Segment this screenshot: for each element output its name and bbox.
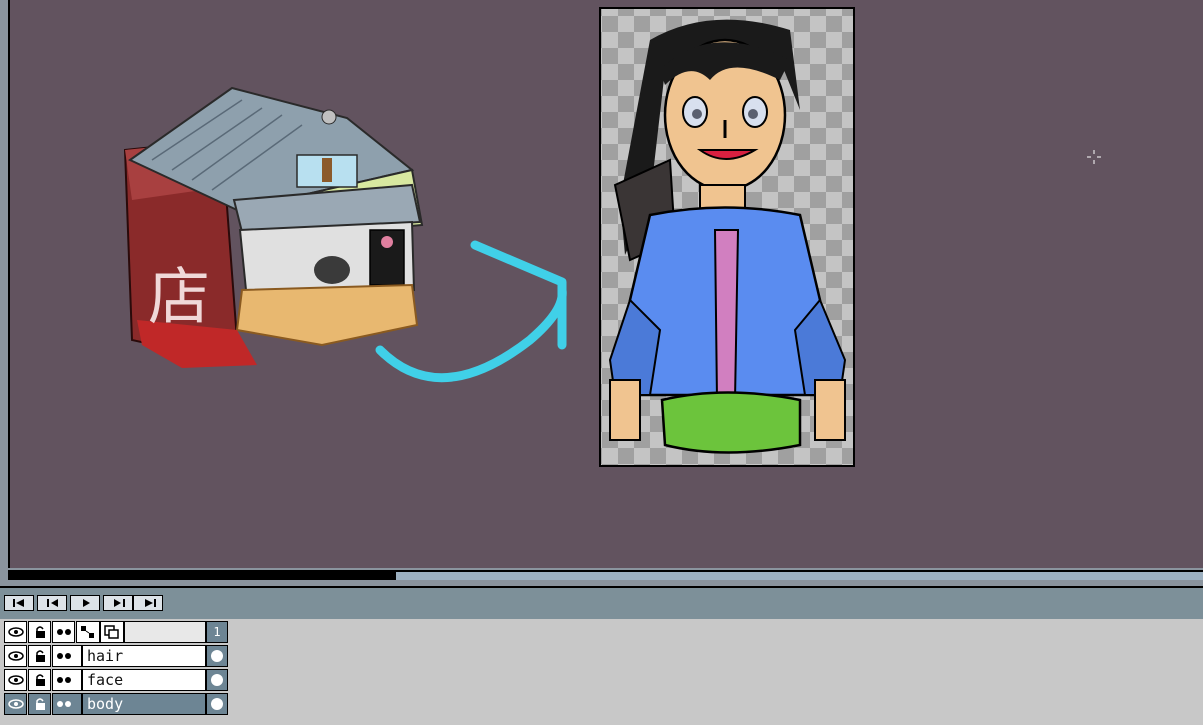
last-frame-button[interactable] [133,595,163,611]
character-sprite [599,7,855,467]
previous-frame-button[interactable] [37,595,67,611]
next-frame-icon [114,599,125,607]
keyframe-cell[interactable] [206,645,228,667]
layer-name[interactable]: hair [82,645,206,667]
eye-icon[interactable] [4,693,27,715]
lock-icon[interactable] [28,669,51,691]
horizontal-scrollbar[interactable] [8,570,1203,580]
play-icon [83,599,90,607]
timeline-controls [0,586,1203,621]
eye-icon[interactable] [4,645,27,667]
svg-text:店: 店 [148,260,210,333]
onion-skin-icon[interactable] [52,693,82,715]
onion-skin-header-icon[interactable] [52,621,75,643]
lock-icon[interactable] [28,645,51,667]
layers-panel: 1 hair face body [0,619,1203,725]
onion-skin-icon[interactable] [52,645,82,667]
play-button[interactable] [70,595,100,611]
keyframe-dot-icon [211,650,223,662]
lock-icon[interactable] [28,693,51,715]
eye-icon[interactable] [4,669,27,691]
canvas-art: 店 [123,7,1101,467]
keyframe-cell[interactable] [206,693,228,715]
first-frame-button[interactable] [4,595,34,611]
layer-name[interactable]: body [82,693,206,715]
lock-header-icon[interactable] [28,621,51,643]
layer-name[interactable]: face [82,669,206,691]
keyframe-dot-icon [211,674,223,686]
drawing-canvas[interactable]: 店 [8,0,1203,568]
link-layers-icon[interactable] [76,621,100,643]
crosshair-cursor-icon [1087,150,1101,164]
frame-number-1[interactable]: 1 [206,621,228,643]
previous-frame-icon [47,599,58,607]
layers-header-spacer [124,621,206,643]
house-sprite: 店 [123,86,424,368]
keyframe-cell[interactable] [206,669,228,691]
new-layer-icon[interactable] [100,621,124,643]
canvas-frame: 店 [0,0,1203,586]
first-frame-icon [13,599,24,607]
next-frame-button[interactable] [103,595,133,611]
keyframe-dot-icon [211,698,223,710]
onion-skin-icon[interactable] [52,669,82,691]
scrollbar-thumb[interactable] [396,572,1203,580]
sign-glyph: 店 [148,260,210,333]
visibility-header-icon[interactable] [4,621,27,643]
last-frame-icon [145,599,156,607]
